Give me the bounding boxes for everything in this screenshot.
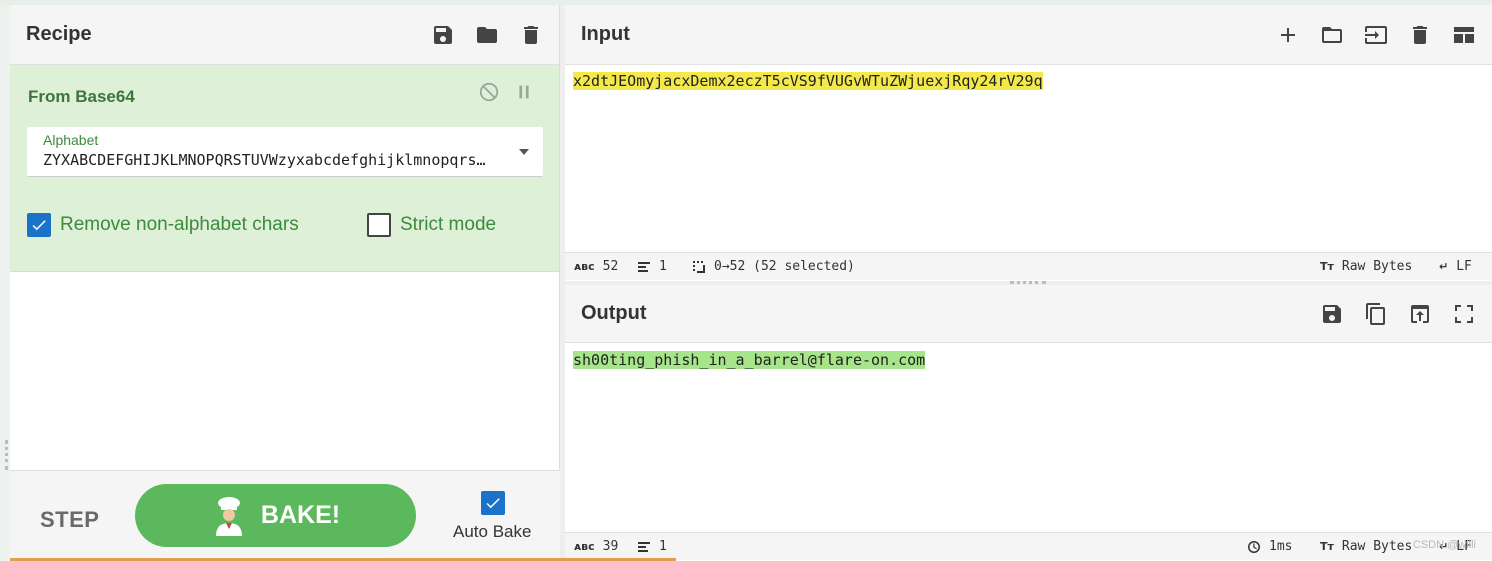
import-icon[interactable]	[1364, 23, 1388, 47]
input-eol-label: LF	[1456, 259, 1472, 274]
disable-icon[interactable]	[478, 81, 500, 103]
text-format-icon: Tт	[1320, 260, 1334, 273]
clock-icon	[1247, 540, 1261, 554]
input-length-stat: ᴀʙᴄ 52	[574, 259, 618, 274]
abc-icon: ᴀʙᴄ	[574, 260, 595, 273]
strict-mode-option[interactable]: Strict mode	[367, 213, 496, 237]
output-header: Output	[565, 285, 1492, 343]
input-title: Input	[581, 23, 630, 45]
trash-icon[interactable]	[519, 23, 543, 47]
alphabet-label: Alphabet	[43, 132, 99, 148]
save-icon[interactable]	[1320, 302, 1344, 326]
output-lines: 1	[659, 539, 667, 554]
recipe-pane: Recipe From Base64 Alphabet ZYXABCDEFGHI…	[10, 5, 560, 561]
remove-nonalpha-checkbox[interactable]	[27, 213, 51, 237]
input-eol[interactable]: ↵ LF	[1439, 259, 1472, 274]
lines-icon	[637, 260, 651, 274]
save-icon[interactable]	[431, 23, 455, 47]
auto-bake-label: Auto Bake	[453, 522, 532, 541]
splitter-handle[interactable]	[1010, 281, 1046, 284]
alphabet-select[interactable]: Alphabet ZYXABCDEFGHIJKLMNOPQRSTUVWzyxab…	[27, 127, 543, 177]
recipe-title: Recipe	[26, 23, 92, 45]
text-format-icon: Tт	[1320, 540, 1334, 553]
output-time-stat: 1ms	[1247, 539, 1292, 554]
output-header-icons	[1320, 302, 1476, 326]
input-text: x2dtJEOmyjacxDemx2eczT5cVS9fVUGvWTuZWjue…	[573, 72, 1043, 90]
alphabet-value: ZYXABCDEFGHIJKLMNOPQRSTUVWzyxabcdefghijk…	[43, 151, 488, 169]
output-encoding-label: Raw Bytes	[1341, 539, 1413, 554]
output-length: 39	[602, 539, 619, 554]
auto-bake-checkbox[interactable]	[481, 491, 505, 515]
bake-button[interactable]: BAKE!	[135, 484, 416, 547]
strict-mode-checkbox[interactable]	[367, 213, 391, 237]
selection-icon	[692, 260, 706, 274]
recipe-header-icons	[431, 23, 543, 47]
abc-icon: ᴀʙᴄ	[574, 540, 595, 553]
bake-label: BAKE!	[260, 501, 341, 529]
recipe-header: Recipe	[10, 5, 559, 65]
input-lines-stat: 1	[637, 259, 667, 274]
input-pane: Input x2dtJEOmyjacxDemx2eczT5cVS9fVUGvWT…	[565, 5, 1492, 281]
output-length-stat: ᴀʙᴄ 39	[574, 539, 618, 554]
input-selection-stat: 0→52 (52 selected)	[692, 259, 855, 274]
output-status-bar: ᴀʙᴄ 39 1 1ms Tт Raw Bytes ↵ LF	[565, 532, 1492, 560]
input-length: 52	[602, 259, 619, 274]
from-base64-operation: From Base64 Alphabet ZYXABCDEFGHIJKLMNOP…	[10, 65, 559, 272]
output-title: Output	[581, 302, 647, 324]
watermark: CSDN @willi	[1412, 539, 1476, 551]
remove-nonalpha-label: Remove non-alphabet chars	[60, 214, 299, 235]
lines-icon	[637, 540, 651, 554]
plus-icon[interactable]	[1276, 23, 1300, 47]
resize-handle[interactable]	[5, 440, 8, 470]
input-header-icons	[1276, 23, 1476, 47]
input-encoding-label: Raw Bytes	[1341, 259, 1413, 274]
output-time: 1ms	[1269, 539, 1293, 554]
left-edge	[0, 5, 10, 561]
remove-nonalpha-option[interactable]: Remove non-alphabet chars	[27, 213, 299, 237]
folder-icon[interactable]	[475, 23, 499, 47]
step-button[interactable]: STEP	[40, 507, 99, 533]
output-text: sh00ting_phish_in_a_barrel@flare-on.com	[573, 351, 926, 369]
operation-name: From Base64	[28, 87, 135, 106]
maximize-icon[interactable]	[1452, 302, 1476, 326]
chef-icon	[215, 496, 242, 536]
input-header: Input	[565, 5, 1492, 65]
input-lines: 1	[659, 259, 667, 274]
trash-icon[interactable]	[1408, 23, 1432, 47]
copy-icon[interactable]	[1364, 302, 1388, 326]
pause-icon[interactable]	[513, 81, 535, 103]
input-selection: 0→52 (52 selected)	[714, 259, 855, 274]
output-pane: Output sh00ting_phish_in_a_barrel@flare-…	[565, 285, 1492, 561]
output-lines-stat: 1	[637, 539, 667, 554]
layout-icon[interactable]	[1452, 23, 1476, 47]
folder-icon[interactable]	[1320, 23, 1344, 47]
output-text-area[interactable]: sh00ting_phish_in_a_barrel@flare-on.com	[573, 351, 926, 369]
replace-input-icon[interactable]	[1408, 302, 1432, 326]
return-icon: ↵	[1439, 260, 1449, 273]
strict-mode-label: Strict mode	[400, 214, 497, 235]
input-encoding[interactable]: Tт Raw Bytes	[1320, 259, 1412, 274]
input-text-area[interactable]: x2dtJEOmyjacxDemx2eczT5cVS9fVUGvWTuZWjue…	[573, 72, 1043, 90]
output-encoding[interactable]: Tт Raw Bytes	[1320, 539, 1412, 554]
chevron-down-icon[interactable]	[519, 149, 529, 155]
input-status-bar: ᴀʙᴄ 52 1 0→52 (52 selected) Tт Raw Bytes…	[565, 252, 1492, 280]
recipe-controls: STEP BAKE! Auto Bake	[10, 470, 560, 561]
